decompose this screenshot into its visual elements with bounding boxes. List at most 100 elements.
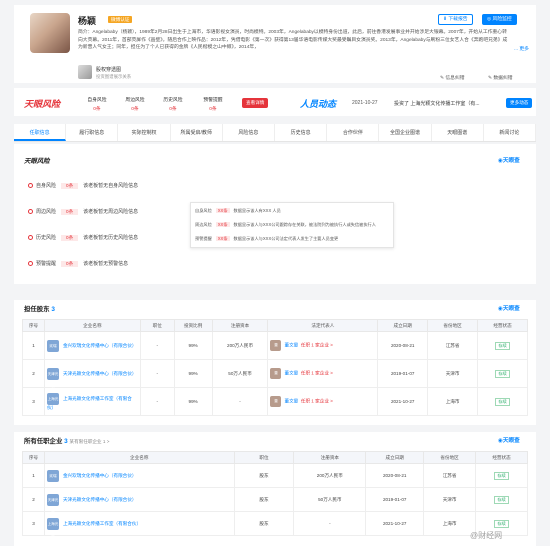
stat-value: 0条 bbox=[209, 107, 217, 112]
stat-value: 0条 bbox=[169, 107, 177, 112]
cell-status: 存续 bbox=[475, 487, 528, 512]
cell-capital: 50万人民币 bbox=[211, 359, 269, 388]
cell-no: 2 bbox=[22, 359, 45, 388]
risk-summary-bar: 天眼风险 自身风险 0条 周边风险 0条 历史风险 0条 预警提醒 0条 查看详情 人员… bbox=[14, 88, 536, 116]
legal-rep-link[interactable]: 董文晏 bbox=[284, 371, 298, 376]
bio-more-link[interactable]: ... 更多 bbox=[514, 45, 529, 52]
cell-company: 天津光颖天津光颖文化传播中心（有限合伙） bbox=[43, 487, 235, 514]
status-badge: 存续 bbox=[494, 495, 509, 504]
stat-warning[interactable]: 预警提醒 0条 bbox=[198, 96, 228, 112]
cell-legal-rep: 董董文晏 任职 1 家企业 > bbox=[267, 359, 379, 388]
tab-teachers[interactable]: 所属受启/教师 bbox=[171, 124, 223, 141]
cell-capital: - bbox=[293, 511, 367, 536]
cell-province: 江苏省 bbox=[427, 331, 479, 360]
status-badge: 存续 bbox=[495, 369, 510, 378]
risk-dot-icon bbox=[28, 235, 33, 241]
tyc-logo-text: 天眼查 bbox=[502, 438, 520, 444]
stat-self-risk[interactable]: 自身风险 0条 bbox=[82, 96, 112, 112]
tab-history[interactable]: 历史信息 bbox=[275, 124, 328, 141]
status-badge: 存续 bbox=[495, 341, 510, 350]
equity-chart-title[interactable]: 股权穿透图 bbox=[96, 66, 121, 73]
col-header: 职位 bbox=[233, 451, 295, 464]
table-row: 1 欢瑞 金兴欢瑞文化传播中心（有限合伙） 股东 200万人民币 2020-08-… bbox=[22, 463, 528, 488]
avatar[interactable] bbox=[30, 13, 70, 53]
positions-sub-link[interactable]: 某有限任职企业 1 > bbox=[69, 439, 109, 444]
table-header-row: 序号 企业名称 职位 注册资本 成立日期 省份地区 经营状态 bbox=[22, 451, 528, 464]
tab-control[interactable]: 实际控制权 bbox=[118, 124, 171, 141]
tooltip-label: 预警提醒 bbox=[195, 236, 212, 241]
equity-chart-thumb[interactable] bbox=[78, 65, 92, 79]
company-link[interactable]: 天津光颖文化传播中心（有限合伙） bbox=[63, 371, 137, 376]
equity-chart-desc: 投资图谱展示关系 bbox=[96, 74, 132, 79]
company-logo-icon: 上海光颖 bbox=[46, 517, 59, 538]
tianyancha-logo: ◉天眼查 bbox=[498, 436, 520, 444]
info-correction-link[interactable]: ✎ 信息纠错 bbox=[440, 74, 465, 81]
cell-legal-rep: 董董文晏 任职 1 家企业 > bbox=[267, 387, 379, 416]
stat-history-risk[interactable]: 历史风险 0条 bbox=[158, 96, 188, 112]
tab-partners[interactable]: 合作伙伴 bbox=[327, 124, 380, 141]
bio-text: 简介：Angelababy（杨颖），1989年2月28日出生于上海市，华语影视女… bbox=[78, 30, 508, 50]
tooltip-desc: 数据显示该人有XXX 人员 bbox=[233, 208, 281, 213]
risk-monitor-button[interactable]: ◎ 风险监控 bbox=[482, 14, 517, 25]
legal-rep-companies-link[interactable]: 任职 1 家企业 > bbox=[301, 399, 333, 404]
cell-status: 存续 bbox=[477, 359, 528, 388]
company-link[interactable]: 上海光颖文化传播工作室（有限合伙） bbox=[63, 521, 141, 526]
risk-count[interactable]: 0条 bbox=[61, 261, 79, 267]
risk-tooltip: 自身风险 XX条 数据显示该人有XXX 人员 周边风险 XX条 数据显示该人与XXX公司… bbox=[190, 202, 394, 248]
col-header: 省份地区 bbox=[423, 451, 477, 464]
risk-dot-icon bbox=[28, 261, 33, 267]
cell-no: 3 bbox=[22, 511, 45, 536]
tooltip-count: XX条 bbox=[215, 236, 230, 241]
col-header: 成立日期 bbox=[377, 319, 429, 332]
risk-count[interactable]: 0条 bbox=[61, 183, 79, 189]
tab-tianyan-graph[interactable]: 天眼图谱 bbox=[432, 124, 484, 141]
risk-count[interactable]: 0条 bbox=[61, 209, 79, 215]
tab-enterprise-graph[interactable]: 全国企业图谱 bbox=[379, 124, 432, 141]
dynamics-text[interactable]: 投资了 上海光颖文化传播工作室（有... bbox=[394, 100, 480, 107]
tab-news[interactable]: 新闻讨论 bbox=[484, 124, 537, 141]
cell-position: 股东 bbox=[233, 511, 295, 536]
tianyan-risk-logo: 天眼风险 bbox=[24, 99, 61, 109]
company-link[interactable]: 金兴欢瑞文化传播中心（有限合伙） bbox=[63, 343, 137, 348]
cell-position: 股东 bbox=[233, 487, 295, 512]
shareholder-count: 3 bbox=[51, 306, 55, 313]
verified-badge: 微博认证 bbox=[108, 16, 133, 23]
shareholder-section: 担任股东 3 ◉天眼查 序号 企业名称 职位 投资比例 注册资本 法定代表人 成… bbox=[14, 300, 536, 425]
col-header: 职位 bbox=[139, 319, 175, 332]
cell-company: 上海光颖上海光颖文化传播工作室（有限合伙） bbox=[43, 511, 235, 538]
tab-history-positions[interactable]: 履行职信息 bbox=[66, 124, 119, 141]
risk-row: 历史风险 0条 该老板暂无历史风险信息 bbox=[28, 234, 138, 241]
tab-positions[interactable]: 任职信息 bbox=[14, 124, 67, 141]
more-dynamics-button[interactable]: 更多动态 bbox=[506, 98, 533, 108]
company-link[interactable]: 金兴欢瑞文化传播中心（有限合伙） bbox=[63, 473, 137, 478]
legal-rep-link[interactable]: 董文晏 bbox=[284, 399, 298, 404]
legal-rep-link[interactable]: 董文晏 bbox=[284, 343, 298, 348]
cell-capital: 200万人民币 bbox=[293, 463, 367, 488]
cell-ratio: 99% bbox=[173, 331, 213, 360]
risk-label: 预警提醒 bbox=[36, 261, 57, 267]
info-correction-label: 信息纠错 bbox=[445, 76, 465, 81]
tab-risk[interactable]: 风险信息 bbox=[223, 124, 276, 141]
data-correction-link[interactable]: ✎ 数据纠错 bbox=[488, 74, 513, 81]
col-header: 经营状态 bbox=[477, 319, 528, 332]
cell-status: 存续 bbox=[477, 387, 528, 416]
download-report-button[interactable]: ⬇ 下载报告 bbox=[438, 14, 473, 25]
company-logo-icon: 天津光颖 bbox=[46, 367, 59, 388]
risk-desc: 该老板暂无历史风险信息 bbox=[83, 235, 139, 241]
cell-date: 2019-01-07 bbox=[365, 487, 425, 512]
risk-detail-button[interactable]: 查看详情 bbox=[242, 98, 269, 108]
stat-label: 预警提醒 bbox=[203, 98, 223, 103]
positions-title-text: 所有任职企业 bbox=[24, 438, 63, 445]
risk-count[interactable]: 0条 bbox=[61, 235, 79, 241]
stat-label: 历史风险 bbox=[163, 98, 183, 103]
company-link[interactable]: 上海光颖文化传播工作室（有限合伙） bbox=[47, 396, 132, 410]
cell-date: 2020-08-21 bbox=[365, 463, 425, 488]
legal-rep-companies-link[interactable]: 任职 1 家企业 > bbox=[301, 371, 333, 376]
legal-rep-companies-link[interactable]: 任职 1 家企业 > bbox=[301, 343, 333, 348]
col-header: 序号 bbox=[22, 319, 45, 332]
person-avatar-icon: 董 bbox=[270, 368, 282, 379]
stat-peripheral-risk[interactable]: 周边风险 0条 bbox=[120, 96, 150, 112]
shareholder-table: 序号 企业名称 职位 投资比例 注册资本 法定代表人 成立日期 省份地区 经营状… bbox=[22, 319, 528, 416]
cell-company: 欢瑞 金兴欢瑞文化传播中心（有限合伙） bbox=[43, 331, 141, 360]
company-link[interactable]: 天津光颖文化传播中心（有限合伙） bbox=[63, 497, 137, 502]
